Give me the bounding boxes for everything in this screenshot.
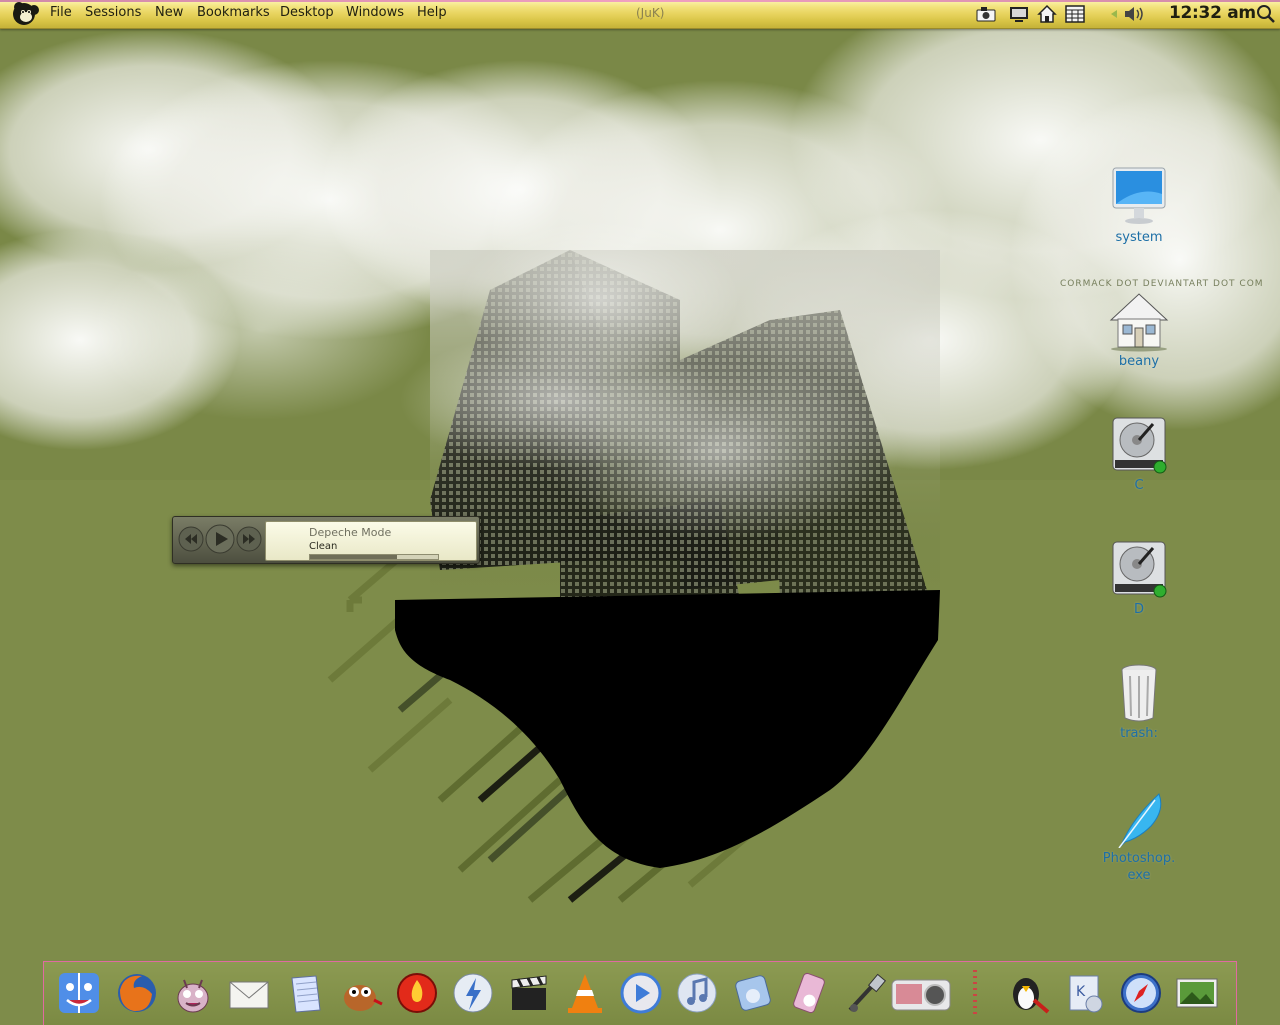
desktop-icon-label: beany [1118, 354, 1160, 369]
now-playing-display: Depeche Mode Clean [265, 521, 477, 561]
playback-progress-fill [310, 555, 398, 559]
fast-forward-button[interactable] [235, 525, 263, 553]
playback-progress-bar[interactable] [309, 554, 439, 560]
menu-windows[interactable]: Windows [346, 5, 404, 20]
camera-icon[interactable] [975, 4, 997, 24]
itunes-icon[interactable] [674, 970, 720, 1016]
wallpaper-watermark: CORMACK DOT DEVIANTART DOT COM [1060, 279, 1264, 289]
film-clapper-icon[interactable] [506, 970, 552, 1016]
computer-icon [1112, 167, 1166, 224]
rewind-button[interactable] [177, 525, 205, 553]
menu-new[interactable]: New [155, 5, 183, 20]
penguin-tools-icon[interactable] [1006, 970, 1052, 1016]
hard-drive-icon [1112, 417, 1167, 474]
kopete-icon[interactable] [450, 970, 496, 1016]
desktop-icon-label: C [1134, 478, 1144, 493]
top-panel-menubar: File Sessions New Bookmarks Desktop Wind… [0, 0, 1280, 29]
volume-icon[interactable] [1105, 4, 1149, 24]
hard-drive-icon [1112, 541, 1167, 598]
gimp-icon[interactable] [338, 970, 384, 1016]
desktop-icon-label: Photoshop. [1102, 851, 1176, 866]
feather-icon [1118, 793, 1162, 848]
desktop-icon-photoshop[interactable]: Photoshop. exe [1096, 790, 1182, 884]
camera-device-icon[interactable] [890, 970, 952, 1016]
building-illustration [400, 220, 940, 610]
calculator-icon[interactable] [1064, 4, 1086, 24]
trash-icon [1121, 664, 1157, 722]
desktop-icon-label: system [1115, 230, 1163, 245]
monitor-icon[interactable] [1008, 4, 1030, 24]
notes-icon[interactable] [282, 970, 328, 1016]
media-player-icon[interactable] [618, 970, 664, 1016]
application-dock: K [43, 961, 1237, 1025]
magnifier-icon[interactable] [1255, 4, 1277, 24]
menu-bookmarks[interactable]: Bookmarks [197, 5, 270, 20]
menu-file[interactable]: File [50, 5, 72, 20]
burner-icon[interactable] [394, 970, 440, 1016]
mail-icon[interactable] [226, 970, 272, 1016]
finder-face-icon[interactable] [56, 970, 102, 1016]
firefox-icon[interactable] [114, 970, 160, 1016]
k-menu-logo-icon[interactable] [10, 1, 44, 29]
safari-compass-icon[interactable] [1118, 970, 1164, 1016]
menu-help[interactable]: Help [417, 5, 447, 20]
home-icon[interactable] [1036, 4, 1058, 24]
desktop-icon-beany[interactable]: beany [1096, 290, 1182, 369]
ipod-icon[interactable] [786, 970, 832, 1016]
media-player-widget: Depeche Mode Clean [172, 516, 480, 564]
desktop-icon-label: D [1133, 602, 1144, 617]
photo-viewer-icon[interactable] [1174, 970, 1220, 1016]
music-device-icon[interactable] [730, 970, 776, 1016]
usb-cable-icon[interactable] [842, 970, 888, 1016]
desktop-wallpaper [0, 0, 1280, 1024]
desktop-icon-c-drive[interactable]: C [1096, 414, 1182, 493]
desktop-icon-system[interactable]: system [1096, 166, 1182, 245]
desktop-icon-label: trash: [1120, 726, 1158, 741]
now-playing-track: Clean [309, 541, 338, 552]
menu-desktop[interactable]: Desktop [280, 5, 334, 20]
home-folder-icon [1109, 293, 1169, 352]
desktop-icon-d-drive[interactable]: D [1096, 538, 1182, 617]
svg-text:K: K [1076, 984, 1086, 1000]
dock-separator [973, 970, 977, 1016]
clock[interactable]: 12:32 am [1169, 3, 1256, 23]
desktop-icon-trash[interactable]: trash: [1096, 662, 1182, 741]
vlc-cone-icon[interactable] [562, 970, 608, 1016]
play-button[interactable] [204, 523, 236, 555]
creature-icon[interactable] [170, 970, 216, 1016]
desktop-icon-label-line2: exe [1127, 868, 1151, 883]
now-playing-artist: Depeche Mode [309, 526, 392, 539]
control-center-icon[interactable]: K [1062, 970, 1108, 1016]
active-window-title: (JuK) [636, 6, 665, 20]
menu-sessions[interactable]: Sessions [85, 5, 141, 20]
